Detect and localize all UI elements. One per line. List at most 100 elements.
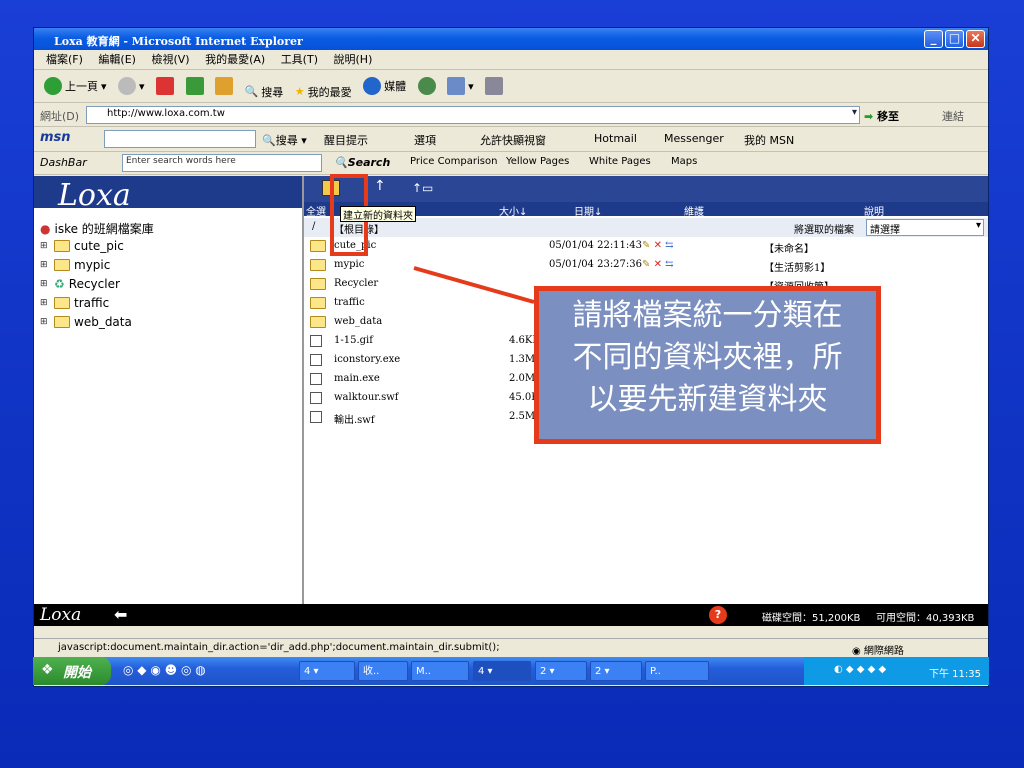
- msn-options-button[interactable]: 選項: [414, 132, 436, 148]
- tree-item-traffic[interactable]: ⊞ traffic: [40, 296, 109, 310]
- quick-launch-icons[interactable]: ◎ ◆ ◉ ☻ ◎ ◍: [123, 663, 206, 677]
- chevron-down-icon[interactable]: ▾: [852, 107, 857, 118]
- hotmail-button[interactable]: Hotmail: [594, 132, 637, 145]
- select-checkbox[interactable]: [310, 354, 322, 369]
- standard-toolbar: 上一頁 ▾ ▾ 🔍 搜尋 ★ 我的最愛 媒體 ▾: [34, 71, 988, 103]
- help-icon[interactable]: ?: [709, 606, 727, 624]
- task-button-1[interactable]: 收..: [358, 661, 408, 681]
- file-name[interactable]: 輸出.swf: [334, 411, 375, 426]
- messenger-button[interactable]: Messenger: [664, 132, 724, 145]
- window-title: Loxa 教育網 - Microsoft Internet Explorer: [54, 35, 303, 48]
- back-arrow-icon[interactable]: ⬅: [114, 605, 127, 624]
- file-name[interactable]: 1-15.gif: [334, 335, 373, 346]
- zone-indicator: ◉ 網際網路: [852, 646, 904, 657]
- menu-view[interactable]: 檢視(V): [151, 53, 189, 66]
- price-comparison-link[interactable]: Price Comparison: [410, 156, 497, 167]
- refresh-button[interactable]: [185, 77, 204, 95]
- print-button[interactable]: [485, 77, 504, 95]
- up-folder-icon[interactable]: ↑: [374, 178, 386, 194]
- menu-favorites[interactable]: 我的最愛(A): [205, 53, 265, 66]
- menu-help[interactable]: 說明(H): [334, 53, 373, 66]
- msn-highlight-button[interactable]: 醒目提示: [324, 132, 368, 148]
- select-checkbox[interactable]: [310, 335, 322, 350]
- task-group-ie[interactable]: 4 ▾: [473, 661, 531, 681]
- expand-icon[interactable]: ⊞: [40, 260, 50, 270]
- favorites-button[interactable]: ★ 我的最愛: [295, 84, 352, 100]
- file-name[interactable]: main.exe: [334, 373, 380, 384]
- folder-icon: [310, 278, 326, 293]
- expand-icon[interactable]: ⊞: [40, 241, 50, 251]
- file-name[interactable]: mypic: [334, 259, 364, 270]
- dashbar: DashBar Enter search words here 🔍Search …: [34, 152, 988, 175]
- dashbar-search-button[interactable]: 🔍Search: [334, 156, 390, 169]
- file-name[interactable]: Recycler: [334, 278, 378, 289]
- folder-row[interactable]: mypic 05/01/04 23:27:36 【生活剪影1】 ✎ ✕ ⇆: [304, 256, 988, 275]
- expand-icon[interactable]: ⊞: [40, 317, 50, 327]
- msn-logo[interactable]: msn: [40, 130, 71, 145]
- expand-icon[interactable]: ⊞: [40, 298, 50, 308]
- white-pages-link[interactable]: White Pages: [589, 156, 651, 167]
- chevron-down-icon: ▾: [975, 220, 981, 231]
- folder-row[interactable]: cute_pic 05/01/04 22:11:43 【未命名】 ✎ ✕ ⇆: [304, 237, 988, 256]
- move-target-select[interactable]: 請選擇 ▾: [866, 219, 984, 236]
- select-checkbox[interactable]: [310, 411, 322, 426]
- select-checkbox[interactable]: [310, 392, 322, 407]
- tree-root[interactable]: ● iske 的班網檔案庫: [40, 220, 154, 237]
- select-checkbox[interactable]: [310, 373, 322, 388]
- delete-icon[interactable]: ✕: [654, 240, 662, 251]
- msn-search-input[interactable]: [104, 130, 256, 148]
- minimize-button[interactable]: _: [924, 30, 943, 48]
- links-button[interactable]: 連結: [942, 108, 964, 124]
- size-header[interactable]: 大小↓: [499, 203, 527, 218]
- maximize-button[interactable]: □: [945, 30, 964, 48]
- menu-edit[interactable]: 編輯(E): [98, 53, 136, 66]
- task-group-ppt[interactable]: 2 ▾: [590, 661, 642, 681]
- tree-item-web-data[interactable]: ⊞ web_data: [40, 315, 132, 329]
- home-button[interactable]: [215, 77, 234, 95]
- menu-tools[interactable]: 工具(T): [281, 53, 318, 66]
- task-button-3[interactable]: P..: [645, 661, 709, 681]
- edit-icon[interactable]: ✎: [642, 259, 650, 270]
- mail-button[interactable]: ▾: [447, 77, 474, 95]
- yellow-pages-link[interactable]: Yellow Pages: [506, 156, 569, 167]
- history-button[interactable]: [417, 77, 436, 95]
- maps-link[interactable]: Maps: [671, 156, 697, 167]
- back-button[interactable]: 上一頁 ▾: [44, 77, 107, 95]
- expand-icon[interactable]: ⊞: [40, 279, 50, 289]
- file-name[interactable]: iconstory.exe: [334, 354, 400, 365]
- task-group-folders[interactable]: 4 ▾: [299, 661, 355, 681]
- tree-item-recycler[interactable]: ⊞ ♻ Recycler: [40, 277, 120, 291]
- stop-button[interactable]: [156, 77, 175, 95]
- task-button-2[interactable]: M..: [411, 661, 469, 681]
- close-button[interactable]: ✕: [966, 30, 985, 48]
- forward-button[interactable]: ▾: [118, 77, 145, 95]
- start-button[interactable]: ❖ 開始: [33, 657, 111, 685]
- edit-icon[interactable]: ✎: [642, 240, 650, 251]
- file-name[interactable]: traffic: [334, 297, 365, 308]
- upload-icon[interactable]: ↑▭: [412, 181, 433, 195]
- folder-icon: [54, 259, 70, 271]
- status-text: javascript:document.maintain_dir.action=…: [58, 642, 500, 653]
- date-header[interactable]: 日期↓: [574, 203, 602, 218]
- task-group-word[interactable]: 2 ▾: [535, 661, 587, 681]
- move-icon[interactable]: ⇆: [665, 259, 673, 270]
- file-name[interactable]: web_data: [334, 316, 382, 327]
- menu-file[interactable]: 檔案(F): [46, 53, 83, 66]
- address-input[interactable]: http://www.loxa.com.tw ▾: [86, 106, 860, 124]
- tree-item-cute-pic[interactable]: ⊞ cute_pic: [40, 239, 124, 253]
- go-button[interactable]: ➡ 移至: [864, 108, 899, 124]
- dashbar-label[interactable]: DashBar: [40, 156, 87, 169]
- msn-search-button[interactable]: 🔍搜尋 ▾: [262, 132, 307, 148]
- media-button[interactable]: 媒體: [363, 77, 406, 95]
- my-msn-button[interactable]: 我的 MSN: [744, 132, 794, 148]
- star-icon: ★: [294, 85, 305, 98]
- dashbar-search-input[interactable]: Enter search words here: [122, 154, 322, 172]
- tray-icons[interactable]: ◐ ◆ ◆ ◆ ◆: [834, 664, 886, 675]
- search-button[interactable]: 🔍 搜尋: [245, 84, 284, 100]
- msn-popups-button[interactable]: 允許快顯視窗: [480, 132, 546, 148]
- select-all-header[interactable]: 全選: [306, 203, 326, 218]
- file-name[interactable]: walktour.swf: [334, 392, 399, 403]
- tree-item-mypic[interactable]: ⊞ mypic: [40, 258, 110, 272]
- delete-icon[interactable]: ✕: [654, 259, 662, 270]
- move-icon[interactable]: ⇆: [665, 240, 673, 251]
